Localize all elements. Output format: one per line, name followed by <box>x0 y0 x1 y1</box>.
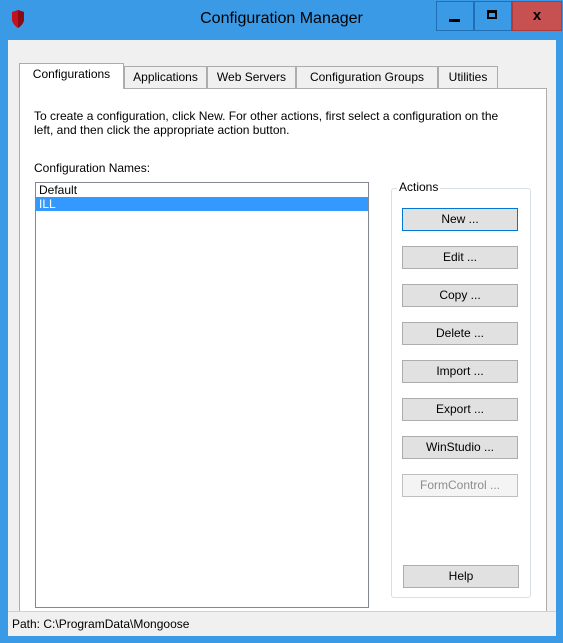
new-button[interactable]: New ... <box>402 208 518 231</box>
title-bar[interactable]: Configuration Manager x <box>0 0 563 40</box>
export-button[interactable]: Export ... <box>402 398 518 421</box>
close-button[interactable]: x <box>512 1 562 31</box>
actions-legend: Actions <box>397 180 441 194</box>
status-bar: Path: C:\ProgramData\Mongoose <box>8 611 556 636</box>
help-button[interactable]: Help <box>403 565 519 588</box>
dialog-client-area: Configurations Applications Web Servers … <box>8 40 556 636</box>
path-status-text: Path: C:\ProgramData\Mongoose <box>12 617 190 631</box>
app-window: Configuration Manager x Configurations A… <box>0 0 563 643</box>
list-item-ill[interactable]: ILL <box>36 197 368 211</box>
configurations-panel: To create a configuration, click New. Fo… <box>19 88 547 636</box>
close-icon: x <box>532 7 542 24</box>
delete-button[interactable]: Delete ... <box>402 322 518 345</box>
edit-button[interactable]: Edit ... <box>402 246 518 269</box>
import-button[interactable]: Import ... <box>402 360 518 383</box>
tab-configuration-groups[interactable]: Configuration Groups <box>296 66 438 88</box>
maximize-button[interactable] <box>474 1 512 31</box>
configuration-names-label: Configuration Names: <box>34 161 151 175</box>
configuration-list[interactable]: Default ILL <box>35 182 369 608</box>
tab-configurations[interactable]: Configurations <box>19 63 124 89</box>
winstudio-button[interactable]: WinStudio ... <box>402 436 518 459</box>
copy-button[interactable]: Copy ... <box>402 284 518 307</box>
instructions-text: To create a configuration, click New. Fo… <box>34 109 499 137</box>
tab-web-servers[interactable]: Web Servers <box>207 66 296 88</box>
minimize-button[interactable] <box>436 1 474 31</box>
formcontrol-button: FormControl ... <box>402 474 518 497</box>
tab-applications[interactable]: Applications <box>124 66 207 88</box>
tab-utilities[interactable]: Utilities <box>438 66 498 88</box>
list-item-default[interactable]: Default <box>36 183 368 197</box>
